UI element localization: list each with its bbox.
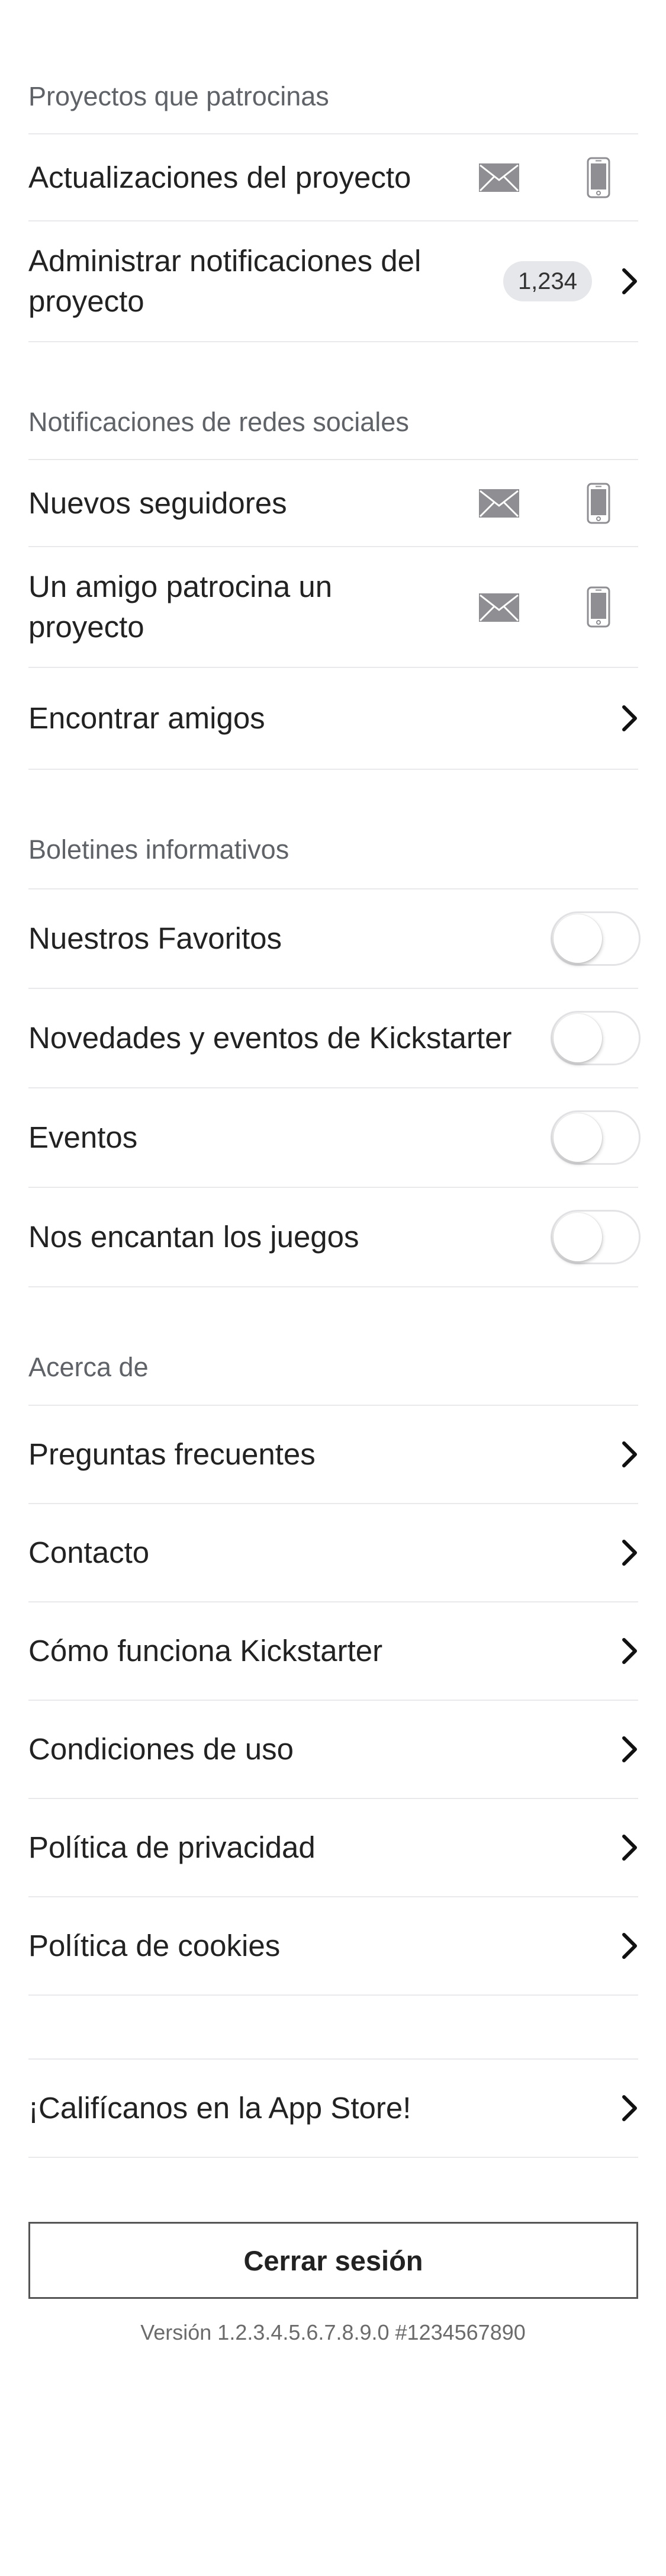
row-label-about: Política de cookies (28, 1929, 281, 1962)
row-label-project-updates: Actualizaciones del proyecto (28, 160, 411, 194)
section-header-newsletters: Boletines informativos (28, 834, 289, 865)
mail-icon[interactable] (479, 593, 519, 622)
row-rate-app-store[interactable]: ¡Califícanos en la App Store! (28, 2060, 638, 2157)
chevron-right-icon (622, 2095, 638, 2122)
row-label-find-friends: Encontrar amigos (28, 701, 265, 735)
chevron-right-icon (622, 1932, 638, 1960)
row-label-newsletter: Novedades y eventos de Kickstarter (28, 1021, 512, 1055)
chevron-right-icon (622, 1637, 638, 1665)
row-label-newsletter: Nos encantan los juegos (28, 1220, 359, 1254)
newsletter-toggle[interactable] (551, 1011, 641, 1065)
newsletter-toggle[interactable] (551, 1110, 641, 1165)
section-header-about: Acerca de (28, 1352, 149, 1382)
chevron-right-icon (622, 1834, 638, 1861)
newsletter-toggle[interactable] (551, 1210, 641, 1264)
row-newsletter-games: Nos encantan los juegos (28, 1188, 641, 1286)
phone-icon[interactable] (587, 586, 610, 628)
toggle-knob (554, 1113, 602, 1162)
row-label-about: Preguntas frecuentes (28, 1437, 316, 1471)
row-friend-backs-project: Un amigo patrocina un proyecto (28, 547, 638, 667)
chevron-right-icon (622, 268, 638, 295)
divider (28, 769, 638, 770)
row-label-newsletter: Nuestros Favoritos (28, 921, 282, 955)
row-label-about: Política de privacidad (28, 1830, 316, 1864)
chevron-right-icon (622, 1441, 638, 1468)
row-terms-of-use[interactable]: Condiciones de uso (28, 1701, 638, 1798)
toggle-knob (554, 1213, 602, 1261)
row-contact[interactable]: Contacto (28, 1504, 638, 1601)
divider (28, 1286, 638, 1287)
row-new-followers: Nuevos seguidores (28, 460, 638, 546)
count-badge: 1,234 (503, 261, 592, 301)
row-manage-notifications[interactable]: Administrar notificaciones del proyecto … (28, 221, 638, 341)
row-label-about: Condiciones de uso (28, 1732, 294, 1766)
chevron-right-icon (622, 1736, 638, 1763)
divider (28, 2157, 638, 2158)
row-newsletter-kickstarter-news: Novedades y eventos de Kickstarter (28, 989, 641, 1087)
row-label-newsletter: Eventos (28, 1120, 138, 1154)
row-faq[interactable]: Preguntas frecuentes (28, 1406, 638, 1503)
mail-icon[interactable] (479, 489, 519, 518)
mail-icon[interactable] (479, 163, 519, 192)
row-newsletter-favorites: Nuestros Favoritos (28, 889, 641, 988)
row-label-new-followers: Nuevos seguidores (28, 486, 287, 520)
row-label-about: Cómo funciona Kickstarter (28, 1634, 383, 1668)
section-header-social: Notificaciones de redes sociales (28, 407, 409, 437)
row-how-kickstarter-works[interactable]: Cómo funciona Kickstarter (28, 1602, 638, 1700)
newsletter-toggle[interactable] (551, 911, 641, 966)
toggle-knob (554, 1014, 602, 1062)
chevron-right-icon (622, 1539, 638, 1566)
row-project-updates: Actualizaciones del proyecto (28, 134, 638, 220)
row-label-manage-notifications: Administrar notificaciones del proyecto (28, 244, 422, 318)
row-cookie-policy[interactable]: Política de cookies (28, 1897, 638, 1994)
toggle-knob (554, 914, 602, 963)
divider (28, 341, 638, 342)
version-label: Versión 1.2.3.4.5.6.7.8.9.0 #1234567890 (140, 2320, 526, 2344)
logout-button[interactable]: Cerrar sesión (28, 2222, 638, 2299)
row-find-friends[interactable]: Encontrar amigos (28, 668, 638, 769)
phone-icon[interactable] (587, 483, 610, 524)
section-header-backed-projects: Proyectos que patrocinas (28, 81, 329, 111)
row-label-rate: ¡Califícanos en la App Store! (28, 2091, 411, 2125)
row-label-friend-backs-project: Un amigo patrocina un proyecto (28, 570, 333, 644)
row-label-about: Contacto (28, 1536, 150, 1569)
phone-icon[interactable] (587, 157, 610, 198)
divider (28, 1994, 638, 1996)
row-newsletter-events: Eventos (28, 1088, 641, 1187)
row-privacy-policy[interactable]: Política de privacidad (28, 1799, 638, 1896)
chevron-right-icon (622, 705, 638, 732)
